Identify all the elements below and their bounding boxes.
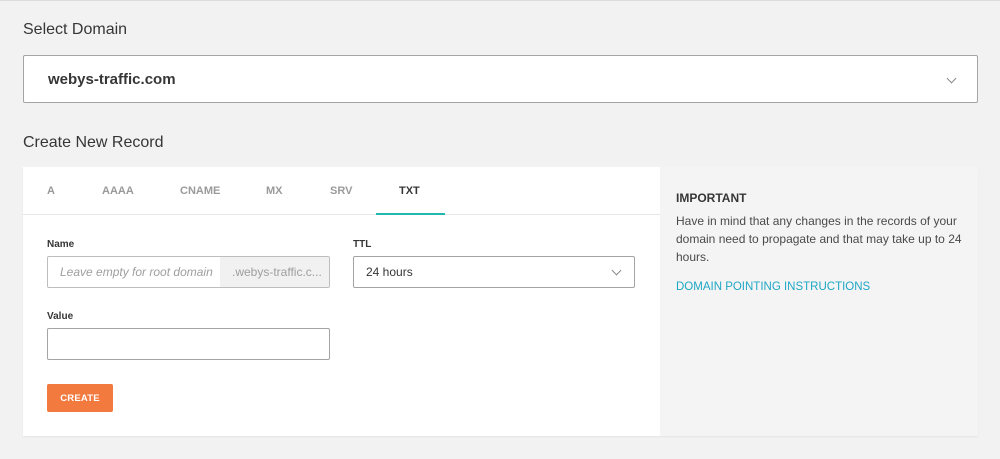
record-card: A AAAA CNAME MX SRV TXT Name .webys-traf… xyxy=(23,167,978,436)
tab-mx[interactable]: MX xyxy=(266,167,283,215)
create-button[interactable]: CREATE xyxy=(47,384,113,412)
name-label: Name xyxy=(47,239,75,250)
ttl-select-value: 24 hours xyxy=(366,265,413,279)
domain-select[interactable]: webys-traffic.com xyxy=(23,55,978,103)
chevron-down-icon xyxy=(611,265,622,276)
tab-a[interactable]: A xyxy=(47,167,55,215)
chevron-down-icon xyxy=(946,73,957,84)
important-title: IMPORTANT xyxy=(676,191,747,205)
tab-txt[interactable]: TXT xyxy=(399,167,420,215)
ttl-label: TTL xyxy=(353,239,372,250)
domain-select-value: webys-traffic.com xyxy=(48,70,176,88)
tab-srv[interactable]: SRV xyxy=(330,167,352,215)
select-domain-heading: Select Domain xyxy=(23,21,128,38)
name-input[interactable] xyxy=(48,257,220,287)
ttl-select[interactable]: 24 hours xyxy=(353,256,635,288)
create-record-heading: Create New Record xyxy=(23,134,164,151)
record-type-tabs: A AAAA CNAME MX SRV TXT xyxy=(23,167,660,215)
tab-cname[interactable]: CNAME xyxy=(180,167,220,215)
value-input[interactable] xyxy=(47,328,330,360)
name-domain-suffix: .webys-traffic.c... xyxy=(220,257,329,287)
important-text: Have in mind that any changes in the rec… xyxy=(676,214,962,264)
record-form-panel: A AAAA CNAME MX SRV TXT Name .webys-traf… xyxy=(23,167,660,436)
name-field: .webys-traffic.c... xyxy=(47,256,330,288)
important-info-panel: IMPORTANT Have in mind that any changes … xyxy=(660,167,978,436)
active-tab-indicator xyxy=(376,213,445,215)
top-border xyxy=(0,0,1000,1)
domain-pointing-instructions-link[interactable]: DOMAIN POINTING INSTRUCTIONS xyxy=(676,281,870,293)
value-label: Value xyxy=(47,311,74,322)
tab-aaaa[interactable]: AAAA xyxy=(102,167,134,215)
